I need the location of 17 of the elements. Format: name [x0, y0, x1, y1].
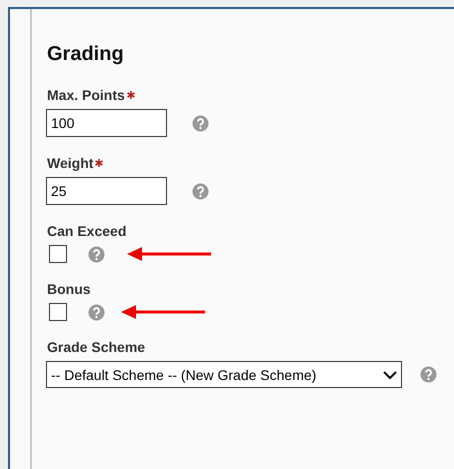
- text-field[interactable]: 100: [46, 109, 167, 137]
- field-label: Bonus: [47, 280, 91, 298]
- field-label: Can Exceed: [47, 222, 126, 240]
- help-icon[interactable]: [88, 246, 105, 262]
- section-title: Grading: [47, 42, 125, 66]
- field-label: Weight: [47, 154, 94, 172]
- select-field[interactable]: -- Default Scheme -- (New Grade Scheme): [46, 361, 402, 388]
- help-icon[interactable]: [192, 182, 209, 200]
- field-label: Grade Scheme: [47, 338, 146, 356]
- checkbox[interactable]: [49, 245, 67, 263]
- checkbox[interactable]: [49, 303, 67, 321]
- help-icon[interactable]: [420, 366, 437, 383]
- chevron-down-icon: [383, 370, 397, 380]
- help-icon[interactable]: [192, 114, 209, 132]
- help-icon[interactable]: [88, 304, 105, 320]
- text-field[interactable]: 25: [46, 177, 167, 205]
- field-label: Max. Points: [47, 86, 125, 104]
